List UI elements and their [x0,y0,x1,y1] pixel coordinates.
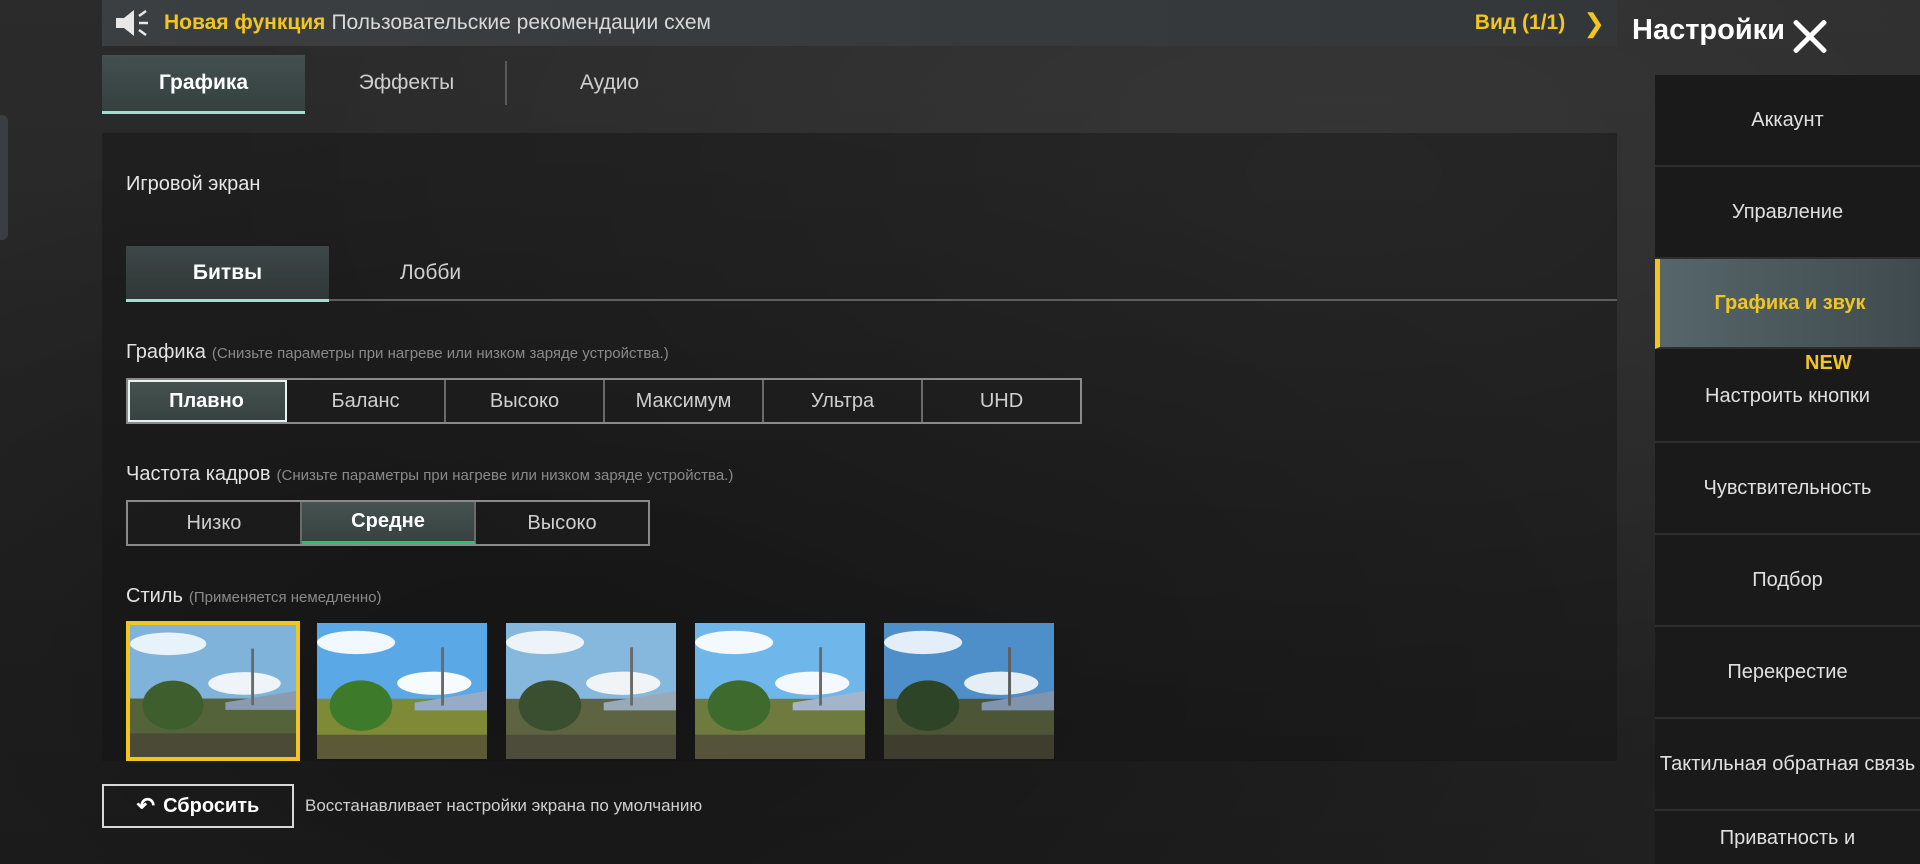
tab-effects[interactable]: Эффекты [305,55,508,111]
tab-divider [505,61,507,105]
view-announcements-button[interactable]: Вид (1/1) ❯ [1475,0,1605,46]
subtab-battles[interactable]: Битвы [126,246,329,302]
speaker-icon [114,8,150,38]
notice-text: Пользовательские рекомендации схем [331,11,711,34]
style-label: Стиль (Применяется немедленно) [126,585,381,608]
style-thumbnail-4[interactable] [693,621,867,761]
left-edge-handle [0,115,8,240]
sidebar-item-controls[interactable]: Управление [1655,167,1920,259]
sidebar-item-sensitivity[interactable]: Чувствительность [1655,443,1920,535]
style-label-text: Стиль [126,585,183,607]
reset-description: Восстанавливает настройки экрана по умол… [305,796,703,815]
framerate-option-high[interactable]: Высоко [476,502,648,544]
sidebar-item-privacy[interactable]: Приватность и [1655,811,1920,864]
reset-button[interactable]: ↶ Сбросить [102,784,294,828]
graphics-option-uhd[interactable]: UHD [923,380,1080,422]
landscape-image [884,623,1054,759]
graphics-option-balanced[interactable]: Баланс [287,380,446,422]
notice-highlight: Новая функция [164,11,326,34]
graphics-label: Графика (Снизьте параметры при нагреве ил… [126,341,669,364]
framerate-selector: Низко Средне Высоко [126,500,650,546]
framerate-option-medium[interactable]: Средне [302,502,476,544]
graphics-quality-selector: Плавно Баланс Высоко Максимум Ультра UHD [126,378,1082,424]
tab-audio[interactable]: Аудио [508,55,711,111]
framerate-hint: (Снизьте параметры при нагреве или низко… [276,467,734,484]
chevron-right-icon: ❯ [1583,7,1605,38]
style-hint: (Применяется немедленно) [188,589,382,606]
close-icon[interactable] [1790,16,1830,56]
landscape-image [695,623,865,759]
subtabs: Битвы Лобби [126,246,1617,302]
undo-icon: ↶ [136,793,156,818]
style-thumbnails [126,621,1056,761]
top-tabs: Графика Эффекты Аудио [102,55,1617,114]
graphics-option-smooth[interactable]: Плавно [128,380,287,422]
style-thumbnail-5[interactable] [882,621,1056,761]
view-label: Вид (1/1) [1474,11,1566,34]
announcement-bar[interactable]: Новая функция Пользовательские рекоменда… [102,0,1617,46]
landscape-image [130,625,296,757]
sidebar-item-haptics[interactable]: Тактильная обратная связь [1655,719,1920,811]
landscape-image [317,623,487,759]
framerate-label-text: Частота кадров [126,463,271,485]
landscape-image [506,623,676,759]
graphics-label-text: Графика [126,341,206,363]
graphics-option-high[interactable]: Высоко [446,380,605,422]
framerate-label: Частота кадров (Снизьте параметры при наг… [126,463,733,486]
section-title: Игровой экран [126,173,261,195]
sidebar-item-matchmaking[interactable]: Подбор [1655,535,1920,627]
sidebar-item-account[interactable]: Аккаунт [1655,75,1920,167]
style-thumbnail-2[interactable] [315,621,489,761]
tab-graphics[interactable]: Графика [102,55,305,114]
graphics-hint: (Снизьте параметры при нагреве или низко… [211,345,669,362]
sidebar-item-crosshair[interactable]: Перекрестие [1655,627,1920,719]
new-badge: NEW [1805,352,1852,374]
sidebar-item-graphics-sound[interactable]: Графика и звук [1655,259,1920,349]
settings-sidebar: Аккаунт Управление Графика и звук Настро… [1655,75,1920,864]
style-thumbnail-1[interactable] [126,621,300,761]
graphics-option-max[interactable]: Максимум [605,380,764,422]
framerate-option-low[interactable]: Низко [128,502,302,544]
settings-panel: Игровой экран Битвы Лобби Графика (Снизьт… [102,133,1617,761]
page-title: Настройки [1632,14,1786,46]
subtab-lobby[interactable]: Лобби [329,246,532,299]
graphics-option-ultra[interactable]: Ультра [764,380,923,422]
sidebar-item-customize-buttons[interactable]: Настроить кнопки [1655,351,1920,443]
reset-label: Сбросить [163,794,260,817]
style-thumbnail-3[interactable] [504,621,678,761]
